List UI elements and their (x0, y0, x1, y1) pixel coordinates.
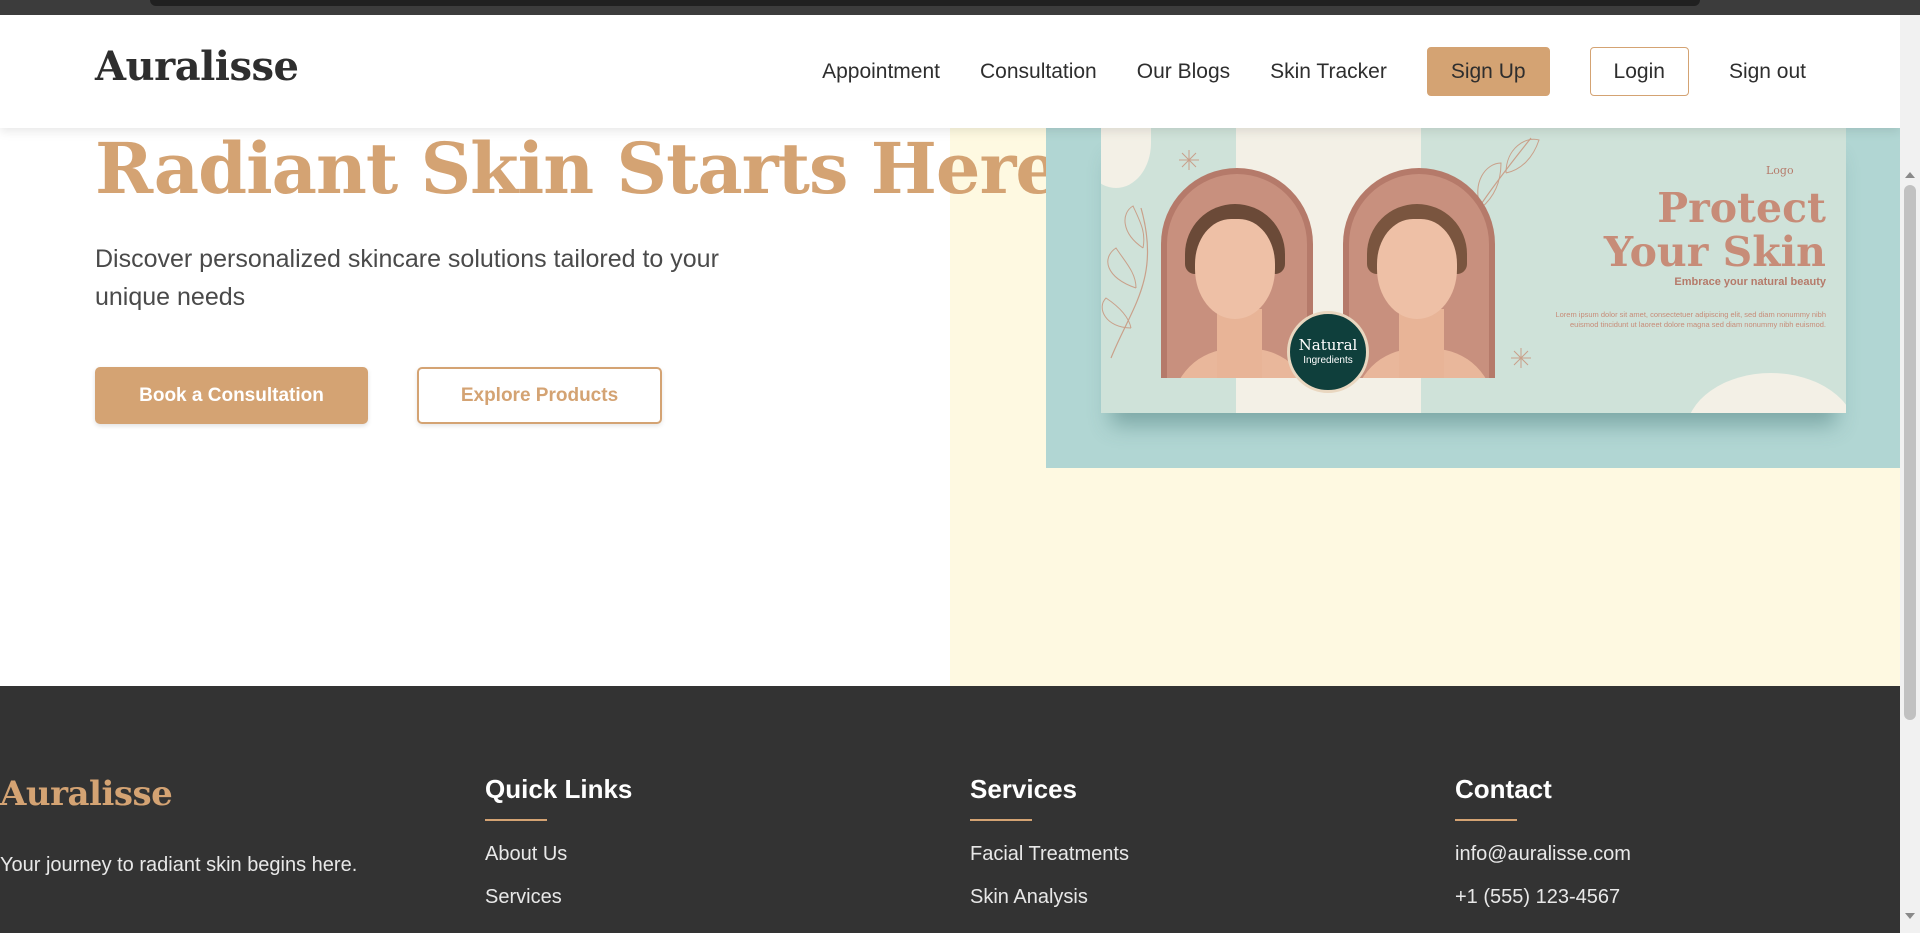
footer-logo: Auralisse (0, 774, 173, 814)
footer-services: Services Facial Treatments Skin Analysis (970, 774, 1129, 909)
scrollbar-thumb[interactable] (1904, 185, 1916, 720)
natural-ingredients-badge: Natural Ingredients (1287, 311, 1369, 393)
heading-underline (1455, 819, 1517, 821)
nav-appointment[interactable]: Appointment (822, 60, 940, 84)
page: Auralisse Appointment Consultation Our B… (0, 15, 1900, 933)
hero-banner-image: Natural Ingredients Logo Protect Your Sk… (1046, 128, 1900, 468)
hero-subtitle: Discover personalized skincare solutions… (95, 245, 719, 311)
nav-skin-tracker[interactable]: Skin Tracker (1270, 60, 1387, 84)
page-scrollbar[interactable] (1900, 15, 1920, 933)
site-footer: Auralisse Your journey to radiant skin b… (0, 686, 1900, 933)
sparkle-icon (1511, 348, 1531, 368)
services-heading: Services (970, 774, 1077, 804)
book-consultation-button[interactable]: Book a Consultation (95, 367, 368, 424)
banner-card: Natural Ingredients Logo Protect Your Sk… (1101, 128, 1846, 413)
footer-tagline: Your journey to radiant skin begins here… (0, 854, 358, 876)
decorative-blob (1686, 373, 1846, 413)
contact-phone[interactable]: +1 (555) 123-4567 (1455, 886, 1631, 909)
footer-contact: Contact info@auralisse.com +1 (555) 123-… (1455, 774, 1631, 909)
explore-products-button[interactable]: Explore Products (417, 367, 662, 424)
nav-consultation[interactable]: Consultation (980, 60, 1097, 84)
site-logo[interactable]: Auralisse (95, 43, 299, 90)
scroll-up-arrow-icon[interactable] (1905, 172, 1915, 178)
banner-headline: Protect Your Skin (1603, 184, 1826, 276)
footer-link-facial-treatments[interactable]: Facial Treatments (970, 843, 1129, 866)
scroll-down-arrow-icon[interactable] (1905, 913, 1915, 919)
banner-tagline: Embrace your natural beauty (1674, 276, 1826, 288)
heading-underline (485, 819, 547, 821)
sign-up-button[interactable]: Sign Up (1426, 47, 1550, 96)
footer-link-about-us[interactable]: About Us (485, 843, 632, 866)
quick-links-heading: Quick Links (485, 774, 633, 804)
heading-underline (970, 819, 1032, 821)
banner-body-text: Lorem ipsum dolor sit amet, consectetuer… (1555, 310, 1826, 329)
site-header: Auralisse Appointment Consultation Our B… (0, 15, 1900, 128)
sign-out-link[interactable]: Sign out (1729, 60, 1806, 84)
hero-title: Radiant Skin Starts Here (95, 127, 1060, 210)
browser-address-strip (150, 0, 1700, 6)
footer-link-services[interactable]: Services (485, 886, 632, 909)
banner-logo: Logo (1766, 164, 1794, 177)
nav-our-blogs[interactable]: Our Blogs (1137, 60, 1230, 84)
login-button[interactable]: Login (1589, 47, 1689, 96)
contact-heading: Contact (1455, 774, 1552, 804)
footer-quick-links: Quick Links About Us Services (485, 774, 632, 909)
main-nav: Appointment Consultation Our Blogs Skin … (782, 47, 1806, 96)
sparkle-icon (1179, 150, 1199, 170)
contact-email[interactable]: info@auralisse.com (1455, 843, 1631, 866)
browser-top-bar (0, 0, 1920, 15)
footer-link-skin-analysis[interactable]: Skin Analysis (970, 886, 1129, 909)
